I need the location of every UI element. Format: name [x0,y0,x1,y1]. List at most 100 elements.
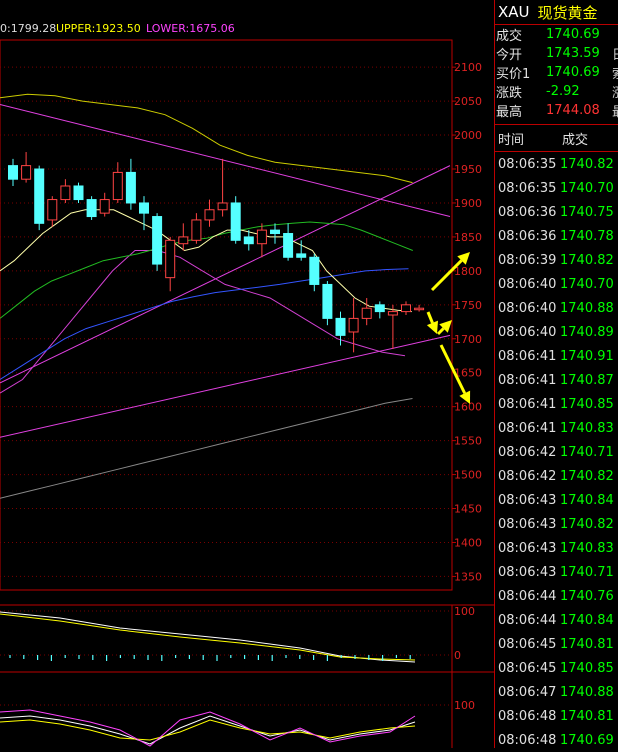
trade-price: 1740.69 [560,732,614,748]
trade-time: 08:06:36 [498,228,557,244]
candle-body [401,304,411,313]
kline-chart-panel[interactable]: 2100 2050 2000 1950 1900 1850 1800 1750 1700 1650… [0,0,494,748]
y-axis-tick-label: 1950 [454,163,482,176]
trade-row: 08:06:43 1740.71 [495,560,618,584]
candle-body [348,317,359,333]
candlestick-chart[interactable]: 2100205020001950190018501800175017001650… [0,0,494,748]
quote-label: 最高 [496,105,523,120]
quote-edge-label: 索 [612,63,618,82]
candle-body [191,219,202,241]
candle-body [230,202,241,241]
candle-body [322,283,333,319]
trade-row: 08:06:45 1740.85 [495,656,618,680]
trade-price: 1740.87 [560,372,614,388]
trade-price: 1740.82 [560,156,614,172]
lower-band-label: LOWER:1675.06 [146,22,235,35]
ma-long-gray-line [0,398,413,499]
ma-yellow-line [0,209,412,313]
quote-value: 1743.59 [546,46,600,61]
candle-body [296,253,307,258]
trade-row: 08:06:39 1740.82 [495,248,618,272]
ma-blue-line [0,268,409,380]
quote-value: 1744.08 [546,103,600,118]
candle-body [309,256,320,285]
trade-time: 08:06:43 [498,564,557,580]
trade-row: 08:06:45 1740.81 [495,632,618,656]
quote-row: 最高 1744.08 最 [495,101,618,120]
y-axis-tick-label: 1900 [454,197,482,210]
y-axis-tick-label: 1800 [454,265,482,278]
quote-label: 成交 [496,29,523,44]
trade-row: 08:06:42 1740.82 [495,464,618,488]
candle-body [73,185,84,201]
quote-label: 今开 [496,48,523,63]
candle-body [99,199,110,214]
quote-edge-label: 日 [612,44,618,63]
trade-price: 1740.84 [560,612,614,628]
quote-edge-label: 最 [612,101,618,120]
trade-price: 1740.76 [560,588,614,604]
y-axis-tick-label: 2050 [454,95,482,108]
trade-row: 08:06:48 1740.69 [495,728,618,752]
quote-row: 今开 1743.59 日 [495,44,618,63]
symbol-header[interactable]: XAU 现货黄金 [495,0,618,25]
candle-body [112,171,123,201]
trade-time: 08:06:40 [498,276,557,292]
quote-value: 1740.69 [546,27,600,42]
trade-time: 08:06:43 [498,492,557,508]
quote-row: 涨跌 -2.92 涨 [495,82,618,101]
trade-list[interactable]: 08:06:35 1740.82 08:06:35 1740.70 08:06:36 17… [495,152,618,752]
trade-price: 1740.85 [560,660,614,676]
candle-body [47,199,58,221]
trade-time: 08:06:48 [498,732,557,748]
trade-time: 08:06:41 [498,420,557,436]
trade-time: 08:06:41 [498,348,557,364]
trade-row: 08:06:44 1740.84 [495,608,618,632]
trade-row: 08:06:43 1740.82 [495,512,618,536]
quote-list: 成交 1740.69 今开 1743.59 日买价1 1740.69 索涨跌 -2.92 涨最高… [495,25,618,120]
quote-edge-label: 涨 [612,82,618,101]
time-column-header: 时间 [498,132,525,148]
trade-price: 1740.88 [560,300,614,316]
trade-time: 08:06:44 [498,612,557,628]
y-axis-tick-label: 1350 [454,570,482,583]
mid-band-label: 0:1799.28 [0,22,57,35]
trade-row: 08:06:48 1740.81 [495,704,618,728]
trade-time: 08:06:43 [498,516,557,532]
trade-price: 1740.83 [560,540,614,556]
quote-sidebar: XAU 现货黄金 成交 1740.69 今开 1743.59 日买价1 1740.69 索涨… [494,0,618,748]
candle-body [60,185,71,201]
trade-time: 08:06:44 [498,588,557,604]
candle-body [34,168,45,224]
candle-body [165,239,176,279]
bollinger-upper-line [0,93,413,184]
trade-price: 1740.81 [560,708,614,724]
symbol-code: XAU [498,3,530,21]
trade-row: 08:06:47 1740.88 [495,680,618,704]
trade-row: 08:06:41 1740.87 [495,368,618,392]
price-column-header: 成交 [562,132,589,148]
trade-time: 08:06:48 [498,708,557,724]
trade-time: 08:06:36 [498,204,557,220]
candle-body [335,317,346,336]
upper-band-label: UPPER:1923.50 [56,22,141,35]
candle-body [204,209,215,221]
trade-price: 1740.82 [560,468,614,484]
symbol-name: 现货黄金 [537,3,598,22]
trade-price: 1740.85 [560,396,614,412]
candle-body [256,229,267,245]
trade-time: 08:06:40 [498,300,557,316]
trade-row: 08:06:40 1740.70 [495,272,618,296]
trade-price: 1740.83 [560,420,614,436]
trade-price: 1740.81 [560,636,614,652]
trade-price: 1740.71 [560,444,614,460]
candle-body [243,236,254,245]
trade-row: 08:06:41 1740.85 [495,392,618,416]
kdj-j-line [0,709,416,747]
trade-list-header: 时间 成交 [495,124,618,152]
trade-price: 1740.78 [560,228,614,244]
macd-tick-label: 100 [454,605,475,618]
trade-time: 08:06:42 [498,468,557,484]
trade-time: 08:06:40 [498,324,557,340]
trade-time: 08:06:41 [498,372,557,388]
